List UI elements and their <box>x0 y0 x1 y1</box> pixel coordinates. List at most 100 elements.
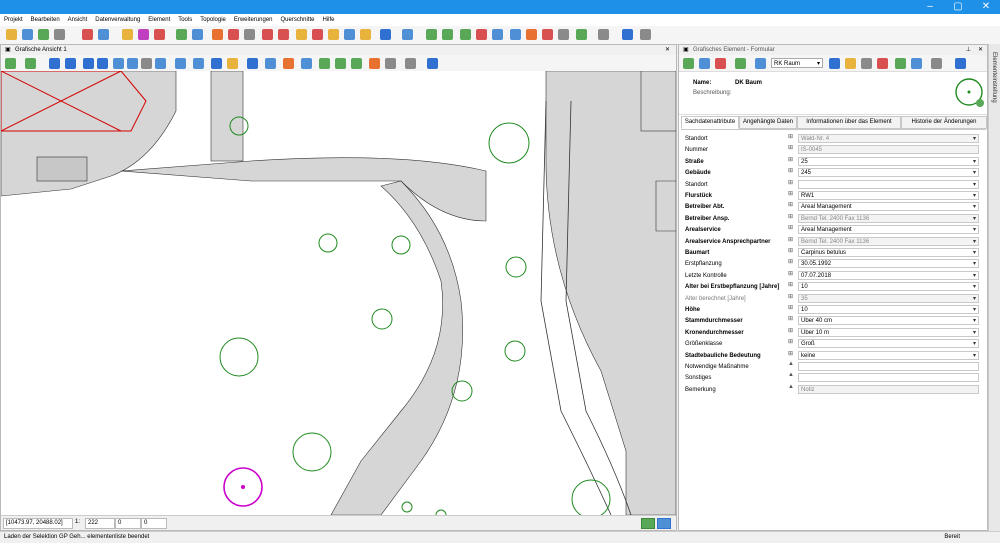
measure-icon[interactable] <box>228 29 239 40</box>
form-tool-icon[interactable] <box>861 58 872 69</box>
redraw-icon[interactable] <box>193 58 204 69</box>
form-navigate-icon[interactable] <box>735 58 746 69</box>
zoom-window-icon[interactable] <box>155 58 166 69</box>
snap-icon[interactable] <box>247 58 258 69</box>
modify-icon[interactable] <box>369 58 380 69</box>
menu-hilfe[interactable]: Hilfe <box>320 14 336 26</box>
form-table-icon[interactable] <box>911 58 922 69</box>
zoom-plus-icon[interactable] <box>83 58 94 69</box>
layers-icon[interactable] <box>38 29 49 40</box>
trace-icon[interactable] <box>492 29 503 40</box>
scale-input[interactable]: 222 <box>85 518 115 529</box>
menu-querschnitte[interactable]: Querschnitte <box>278 14 316 26</box>
menu-tools[interactable]: Tools <box>176 14 194 26</box>
sync-icon[interactable] <box>622 29 633 40</box>
symbol-icon[interactable] <box>283 58 294 69</box>
tab-angehaengte-daten[interactable]: Angehängte Daten <box>739 116 797 129</box>
attribute-select[interactable]: Bernd Tel. 2400 Fax 1136 <box>798 213 979 223</box>
menu-ansicht[interactable]: Ansicht <box>66 14 90 26</box>
query-icon[interactable] <box>301 58 312 69</box>
attribute-select[interactable]: 30.05.1992 <box>798 259 979 269</box>
edit-icon[interactable] <box>122 29 133 40</box>
pan-icon[interactable] <box>141 58 152 69</box>
form-target-icon[interactable] <box>829 58 840 69</box>
tree-symbol[interactable] <box>391 235 411 255</box>
draw-line-icon[interactable] <box>335 58 346 69</box>
text-tool-icon[interactable] <box>211 58 222 69</box>
delete-icon[interactable] <box>82 29 93 40</box>
tree-symbol[interactable] <box>451 380 473 402</box>
map-drawing[interactable] <box>1 71 676 515</box>
map-print-icon[interactable] <box>405 58 416 69</box>
zoom-out-icon[interactable] <box>127 58 138 69</box>
room-select[interactable]: RK Raum ▾ <box>771 58 823 68</box>
form-refresh-icon[interactable] <box>683 58 694 69</box>
form-save-icon[interactable] <box>699 58 710 69</box>
menu-element[interactable]: Element <box>146 14 172 26</box>
attribute-select[interactable]: Groß <box>798 339 979 349</box>
element-settings-sidebar[interactable]: Elementeinstellung <box>988 44 1000 531</box>
tree-symbol[interactable] <box>488 122 530 164</box>
folder-icon[interactable] <box>328 29 339 40</box>
pdf-icon[interactable] <box>312 29 323 40</box>
attribute-select[interactable]: Über 10 m <box>798 327 979 337</box>
attribute-select[interactable]: Wald-Nr. 4 <box>798 134 979 143</box>
attribute-select[interactable]: 07.07.2018 <box>798 270 979 280</box>
grid-icon[interactable] <box>542 29 553 40</box>
report-icon[interactable] <box>138 29 149 40</box>
attribute-select[interactable]: Areal Management <box>798 225 979 235</box>
attribute-select[interactable]: 10 <box>798 282 979 292</box>
minimize-icon[interactable]: – <box>916 0 944 14</box>
line-tool-icon[interactable] <box>227 58 238 69</box>
tree-symbol[interactable] <box>219 337 259 377</box>
plugin-icon[interactable] <box>576 29 587 40</box>
print-icon[interactable] <box>154 29 165 40</box>
zoom-extent-icon[interactable] <box>510 29 521 40</box>
tree-symbol[interactable] <box>401 501 413 513</box>
tool-icon[interactable] <box>212 29 223 40</box>
tree-symbol[interactable] <box>504 340 526 362</box>
tree-symbol[interactable] <box>571 479 611 515</box>
zoom-in-icon[interactable] <box>113 58 124 69</box>
tree-symbol[interactable] <box>505 256 527 278</box>
tab-historie[interactable]: Historie der Änderungen <box>901 116 987 129</box>
label-icon[interactable] <box>385 58 396 69</box>
map-help-icon[interactable] <box>427 58 438 69</box>
draw-point-icon[interactable] <box>319 58 330 69</box>
attribute-select[interactable]: 245 <box>798 168 979 178</box>
attribute-select[interactable]: 35 <box>798 293 979 303</box>
pointer-icon[interactable] <box>25 58 36 69</box>
attribute-select[interactable] <box>798 179 979 189</box>
attribute-input[interactable] <box>798 373 979 383</box>
zoom-all-icon[interactable] <box>175 58 186 69</box>
attribute-select[interactable]: RW1 <box>798 191 979 200</box>
draw-area-icon[interactable] <box>351 58 362 69</box>
attribute-select[interactable]: Bernd Tel. 2400 Fax 1136 <box>798 236 979 246</box>
window-icon[interactable] <box>344 29 355 40</box>
tree-symbol[interactable] <box>371 308 393 330</box>
menu-datenverwaltung[interactable]: Datenverwaltung <box>93 14 142 26</box>
attribute-input[interactable]: IS-0045 <box>798 145 979 155</box>
close-icon[interactable]: ✕ <box>972 0 1000 14</box>
maximize-icon[interactable]: ▢ <box>944 0 972 14</box>
menu-projekt[interactable]: Projekt <box>2 14 25 26</box>
section-icon[interactable] <box>526 29 537 40</box>
map-window-close-icon[interactable]: ✕ <box>665 45 670 55</box>
table-icon[interactable] <box>98 29 109 40</box>
tab-informationen[interactable]: Informationen über das Element <box>797 116 901 129</box>
form-help-icon[interactable] <box>955 58 966 69</box>
form-link-icon[interactable] <box>895 58 906 69</box>
tree-symbol[interactable] <box>292 432 332 472</box>
printer-icon[interactable] <box>262 29 273 40</box>
plot-icon[interactable] <box>278 29 289 40</box>
node-icon[interactable] <box>460 29 471 40</box>
map-status-icon[interactable] <box>641 518 655 529</box>
menu-erweiterungen[interactable]: Erweiterungen <box>232 14 275 26</box>
menu-bearbeiten[interactable]: Bearbeiten <box>29 14 62 26</box>
select-icon[interactable] <box>5 58 16 69</box>
pin-icon[interactable]: ⊥ <box>966 45 971 55</box>
sidebar-label[interactable]: Elementeinstellung <box>991 52 997 103</box>
attribute-select[interactable]: Carpinus betulus <box>798 248 979 257</box>
import-icon[interactable] <box>176 29 187 40</box>
form-delete-icon[interactable] <box>715 58 726 69</box>
